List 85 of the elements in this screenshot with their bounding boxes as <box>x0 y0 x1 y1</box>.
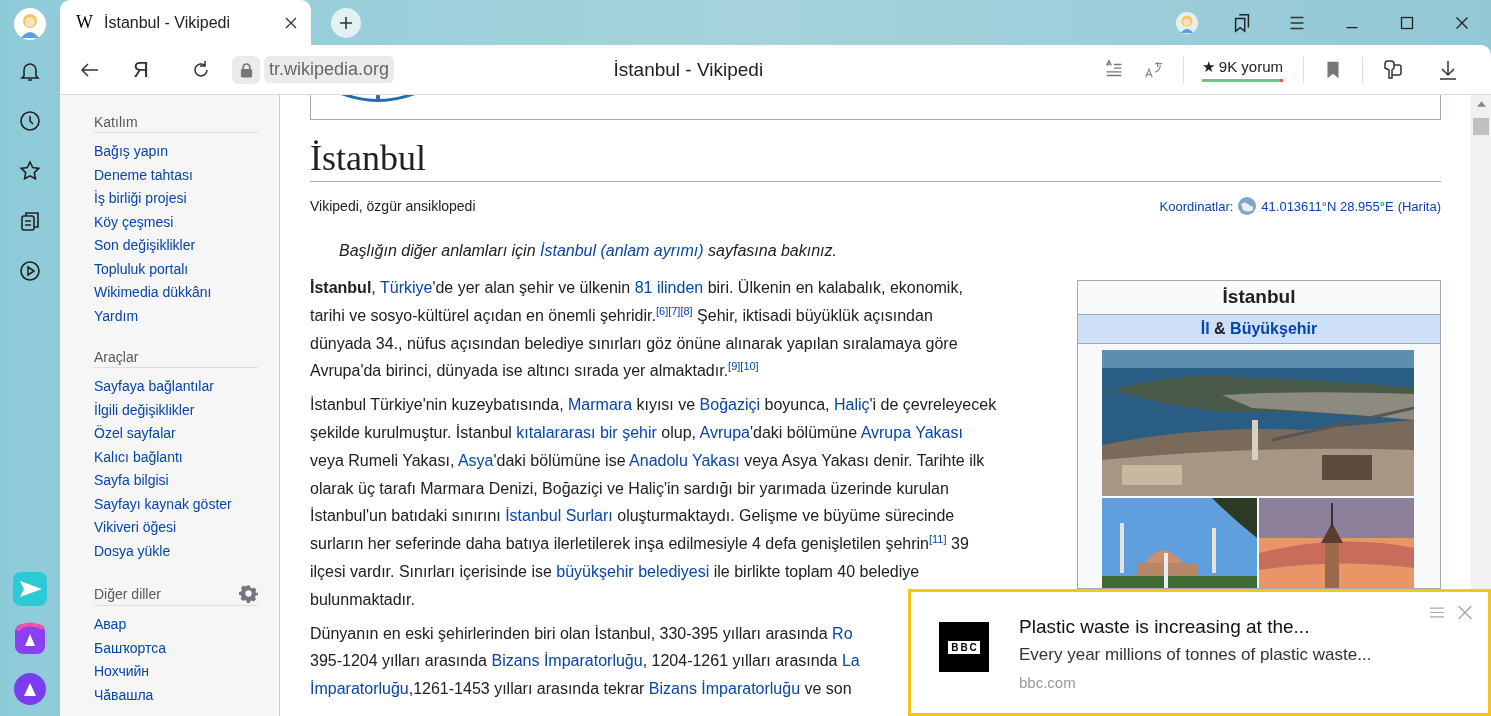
reference-link[interactable]: [9] <box>728 360 741 373</box>
browser-tab[interactable]: W İstanbul - Vikipedi <box>60 0 311 45</box>
link[interactable]: Türkiye <box>379 279 433 296</box>
page-title: İstanbul - Vikipedi <box>612 58 765 81</box>
home-button[interactable]: Я <box>133 56 147 83</box>
sidebar-link[interactable]: Köy çeşmesi <box>94 210 174 234</box>
reference-link[interactable]: [6] <box>655 304 669 317</box>
paragraph: İstanbul Türkiye'nin kuzeybatısında, Marmara kıyısı ve Boğaziçi boyunca, Haliç'i de çevreleyecek şekilde kurulmuştur. İstanbul kıtalararası bir şehir olup, Avrupa'daki bölümüne Avrupa Yakası veya Rumeli Yakası, Asya'daki bölümüne ise Anadolu Yakası veya Asya Yakası denir. Tarihte ilk olarak üç tarafı Marmara Denizi, Boğaziçi ve Haliç'in sardığı bir yarımada üzerinde kurulan İstanbul'un batıdaki sınırını İstanbul Surları oluşturmaktaydı. Gelişme ve büyüme sürecinde surların her seferinde daha batıya ilerletilerek inşa edilmesiyle 4 defa genişletilen şehrin$^{[11]}$ 39 ilçesi vardır. Sınırları içerisinde ise büyükşehir belediyesi ile birlikte toplam 40 belediye bulunmaktadır. <box>310 395 998 610</box>
link[interactable]: Avrupa <box>699 424 750 441</box>
sidebar-link[interactable]: Topluluk portalı <box>94 257 189 281</box>
reviews-label: ★ 9K yorum <box>1201 57 1283 76</box>
link[interactable]: La <box>841 652 860 670</box>
assistant-icon[interactable] <box>13 622 47 656</box>
infobox-subtitle: İl & Büyükşehir <box>1078 315 1440 344</box>
sidebar-link[interactable]: Sayfayı kaynak göster <box>94 492 232 516</box>
sidebar-link[interactable]: Sayfa bilgisi <box>94 469 169 493</box>
link[interactable]: Bizans İmparatorluğu <box>491 652 643 670</box>
favicon: W <box>76 12 94 33</box>
sidebar-link[interactable]: Deneme tahtası <box>94 163 193 187</box>
sidebar-link[interactable]: Özel sayfalar <box>94 422 176 446</box>
globe-icon <box>1237 196 1258 216</box>
sidebar-link[interactable]: Авар <box>94 613 127 637</box>
reference-link[interactable]: [10] <box>740 360 759 373</box>
lock-icon[interactable] <box>232 55 260 84</box>
sidebar-link[interactable]: Чӑвашла <box>94 683 154 707</box>
link[interactable]: Avrupa Yakası <box>860 424 963 441</box>
logo-text: BBC <box>948 640 980 654</box>
link[interactable]: 81 ilinden <box>634 279 704 296</box>
scrollbar-thumb[interactable] <box>1473 118 1489 135</box>
close-icon[interactable] <box>285 16 297 29</box>
play-icon[interactable] <box>18 259 42 283</box>
section-heading: Katılım <box>94 114 138 130</box>
section-heading: Araçlar <box>94 349 139 365</box>
link[interactable]: kıtalararası bir şehir <box>516 424 657 441</box>
sidebar-link[interactable]: Sayfaya bağlantılar <box>94 375 214 399</box>
notification-source: bbc.com <box>1019 674 1077 691</box>
link[interactable]: büyükşehir belediyesi <box>556 562 710 580</box>
emblem-icon <box>339 95 417 103</box>
sidebar-link[interactable]: Yardım <box>94 304 139 328</box>
reviews-button[interactable]: ★ 9K yorum <box>1201 57 1283 82</box>
tagline: Vikipedi, özgür ansiklopedi <box>310 198 476 214</box>
link[interactable]: Anadolu Yakası <box>629 451 740 469</box>
new-tab-button[interactable] <box>331 7 361 38</box>
link[interactable]: Bizans İmparatorluğu <box>648 680 801 698</box>
sidebar-link[interactable]: İlgili değişiklikler <box>94 398 195 422</box>
assistant-icon[interactable] <box>13 672 47 706</box>
hatnote: Başlığın diğer anlamları için İstanbul (anlam ayrımı) sayfasına bakınız. <box>339 242 838 260</box>
reference-link[interactable]: [8] <box>680 304 693 317</box>
link[interactable]: Ro <box>832 624 853 642</box>
link[interactable]: Boğaziçi <box>699 396 761 414</box>
article-title: İstanbul <box>310 136 1441 182</box>
plus-icon <box>339 15 353 30</box>
sidebar-link[interactable]: Башҡортса <box>94 636 166 660</box>
url-field[interactable]: tr.wikipedia.org <box>264 56 395 83</box>
tab-title: İstanbul - Vikipedi <box>104 13 231 32</box>
settings-icon[interactable] <box>239 584 258 603</box>
extension-icon[interactable] <box>1381 57 1405 82</box>
link[interactable]: Büyükşehir <box>1230 320 1318 337</box>
reference-link[interactable]: [11] <box>929 532 947 545</box>
clock-icon[interactable] <box>18 109 42 133</box>
link[interactable]: İstanbul Surları <box>505 507 613 525</box>
collections-icon[interactable] <box>18 209 42 233</box>
notification-body: Every year millions of tonnes of plastic waste... <box>1019 645 1373 665</box>
star-icon[interactable] <box>18 159 42 183</box>
scroll-up-icon[interactable] <box>1476 101 1486 107</box>
link[interactable]: İstanbul (anlam ayrımı) <box>540 242 704 259</box>
sidebar-link[interactable]: Нохчийн <box>94 660 150 684</box>
sidebar-link[interactable]: Kalıcı bağlantı <box>94 445 183 469</box>
link[interactable]: (Harita) <box>1397 198 1441 214</box>
link[interactable]: Marmara <box>568 396 633 414</box>
section-heading: Diğer diller <box>94 585 161 602</box>
sidebar-link[interactable]: İş birliği projesi <box>94 187 187 211</box>
avatar-icon[interactable] <box>14 8 46 40</box>
notification-title: Plastic waste is increasing at the... <box>1019 616 1311 638</box>
sidebar-link[interactable]: Vikiveri öğesi <box>94 516 177 540</box>
link[interactable]: Koordinatlar: <box>1159 198 1234 214</box>
sidebar-link[interactable]: Bağış yapın <box>94 140 168 164</box>
link[interactable]: İl <box>1200 320 1210 337</box>
sidebar-link[interactable]: Son değişiklikler <box>94 234 196 258</box>
sidebar-link[interactable]: Wikimedia dükkânı <box>94 281 212 305</box>
link[interactable]: İmparatorluğu <box>310 680 409 698</box>
link[interactable]: 41.013611°N 28.955°E <box>1261 198 1394 214</box>
reference-link[interactable]: [7] <box>668 304 681 317</box>
sidebar-link[interactable]: Dosya yükle <box>94 539 171 563</box>
link[interactable]: Asya <box>457 451 494 469</box>
